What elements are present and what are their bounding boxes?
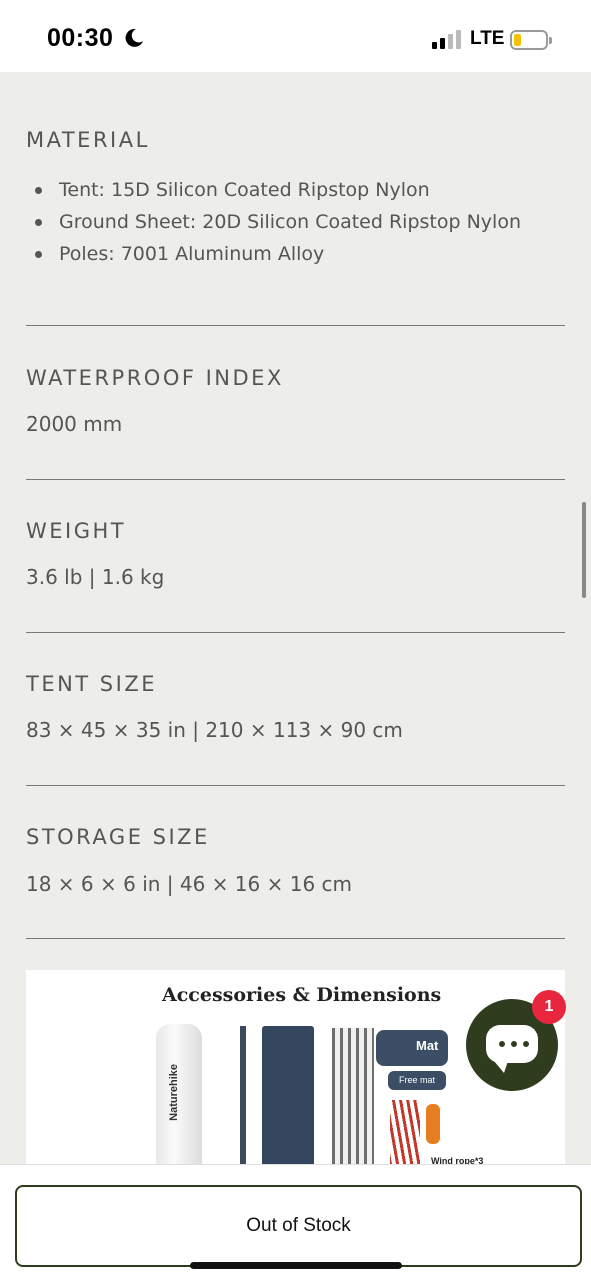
- bottom-bar: Out of Stock: [0, 1164, 591, 1280]
- moon-icon: [125, 28, 143, 47]
- network-label: LTE: [470, 28, 505, 49]
- list-item: Tent: 15D Silicon Coated Ripstop Nylon: [26, 174, 521, 206]
- status-time: 00:30: [47, 24, 114, 52]
- image-title: Accessories & Dimensions: [162, 984, 442, 1006]
- divider: [26, 938, 565, 939]
- tent-size-title: TENT SIZE: [26, 672, 157, 696]
- tent-poles: [332, 1028, 374, 1170]
- out-of-stock-button[interactable]: Out of Stock: [15, 1185, 582, 1267]
- chat-bubble-icon: [486, 1025, 538, 1073]
- tent-stakes: [390, 1100, 420, 1170]
- battery-icon: [510, 30, 552, 50]
- material-list: Tent: 15D Silicon Coated Ripstop Nylon G…: [26, 174, 521, 270]
- weight-title: WEIGHT: [26, 519, 127, 543]
- stuff-sack: Naturehike: [156, 1024, 202, 1170]
- storage-size-title: STORAGE SIZE: [26, 825, 210, 849]
- storage-size-value: 18 × 6 × 6 in | 46 × 16 × 16 cm: [26, 872, 353, 896]
- list-item: Poles: 7001 Aluminum Alloy: [26, 238, 521, 270]
- free-mat-label: Free mat: [388, 1071, 446, 1090]
- list-item: Ground Sheet: 20D Silicon Coated Ripstop…: [26, 206, 521, 238]
- divider: [26, 632, 565, 633]
- mat-label: Mat: [416, 1038, 439, 1053]
- ground-sheet: [262, 1026, 314, 1170]
- scrollbar[interactable]: [582, 502, 586, 598]
- material-title: MATERIAL: [26, 128, 150, 152]
- divider: [26, 785, 565, 786]
- waterproof-value: 2000 mm: [26, 412, 123, 436]
- weight-value: 3.6 lb | 1.6 kg: [26, 565, 165, 589]
- divider: [26, 479, 565, 480]
- mat-bag: Mat: [376, 1030, 448, 1066]
- waterproof-title: WATERPROOF INDEX: [26, 366, 284, 390]
- chat-badge: 1: [532, 990, 566, 1024]
- divider: [26, 325, 565, 326]
- status-bar: 00:30 LTE: [0, 0, 591, 72]
- trekking-pole: [240, 1026, 246, 1170]
- wind-rope: [426, 1104, 440, 1144]
- brand-label: Naturehike: [168, 1064, 180, 1121]
- signal-icon: [432, 29, 462, 49]
- tent-size-value: 83 × 45 × 35 in | 210 × 113 × 90 cm: [26, 718, 403, 742]
- home-indicator: [190, 1262, 402, 1269]
